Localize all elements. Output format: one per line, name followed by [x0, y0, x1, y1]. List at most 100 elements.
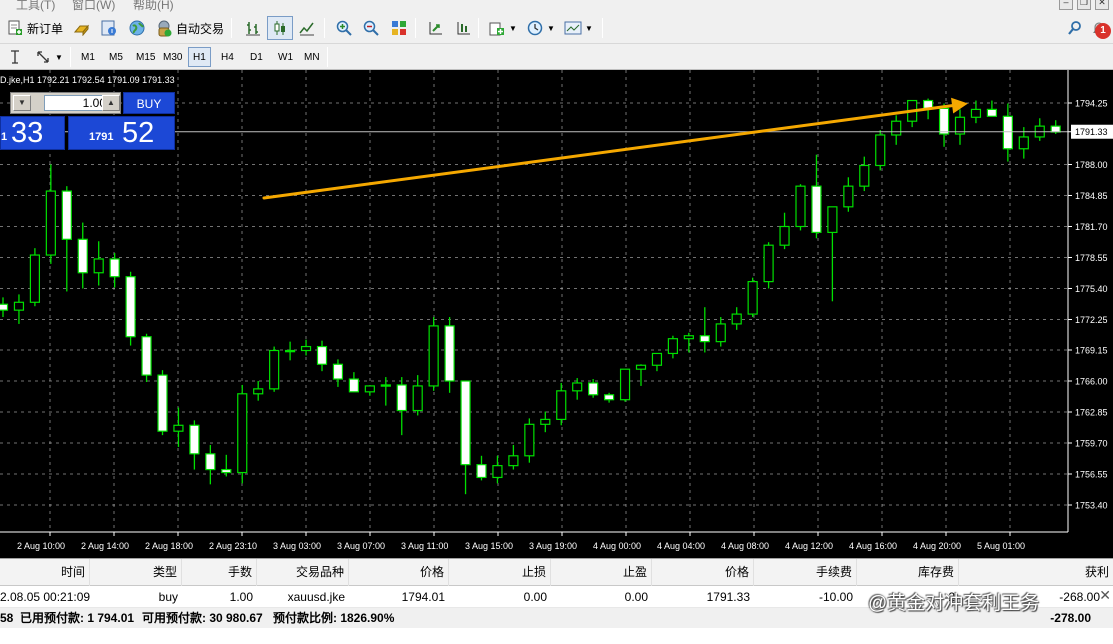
bull-candle: [380, 384, 391, 387]
bull-candle: [891, 120, 902, 136]
bull-candle: [29, 254, 40, 303]
total-profit: -278.00: [1050, 611, 1091, 625]
indicators-button[interactable]: ▼: [484, 16, 521, 40]
x-tick-label: 2 Aug 18:00: [145, 541, 193, 551]
one-click-trading-panel: ▼ ▲ BUY 1 33 1791 52: [0, 92, 175, 150]
tf-m1[interactable]: M1: [76, 47, 100, 67]
terminal-panel: 时间 类型 手数 交易品种 价格 止损 止盈 价格 手续费 库存费 获利 2.0…: [0, 558, 1113, 644]
candlestick-icon: [271, 19, 289, 37]
col-current-price[interactable]: 价格: [652, 559, 754, 586]
bear-candle: [109, 258, 120, 278]
sell-price-button[interactable]: 1 33: [0, 116, 65, 150]
menu-window[interactable]: 窗口(W): [72, 0, 115, 12]
price-chart[interactable]: 1794.25 1791.33 1788.00 1784.85 1781.70 1778.…: [0, 70, 1113, 558]
cell-type: buy: [158, 590, 178, 604]
notifications-button[interactable]: 1: [1086, 16, 1112, 40]
gold-bars-icon: [74, 19, 92, 37]
close-row-icon[interactable]: ✕: [1099, 587, 1111, 604]
template-icon: [564, 19, 582, 37]
free-margin: 可用预付款: 30 980.67: [142, 611, 263, 625]
zoom-in-button[interactable]: [331, 16, 357, 40]
tf-m30[interactable]: M30: [158, 47, 187, 67]
buy-button[interactable]: BUY: [123, 92, 175, 114]
col-lots[interactable]: 手数: [182, 559, 257, 586]
y-tick-label: 1788.00: [1075, 160, 1108, 170]
restore-icon[interactable]: ❐: [1077, 0, 1091, 10]
toolbar-separator: [324, 18, 325, 38]
col-price[interactable]: 价格: [349, 559, 449, 586]
col-type[interactable]: 类型: [90, 559, 182, 586]
y-tick-label: 1759.70: [1075, 439, 1108, 449]
col-commission[interactable]: 手续费: [754, 559, 857, 586]
options-button[interactable]: [96, 16, 122, 40]
tile-windows-button[interactable]: [386, 16, 412, 40]
x-tick-label: 5 Aug 01:00: [977, 541, 1025, 551]
new-order-button[interactable]: 新订单: [2, 16, 67, 40]
tf-w1[interactable]: W1: [273, 47, 298, 67]
lot-decrease-icon[interactable]: ▼: [13, 95, 31, 111]
bear-candle: [1002, 115, 1013, 150]
bar-chart-button[interactable]: [240, 16, 266, 40]
bull-candle: [428, 325, 439, 387]
bull-candle: [300, 345, 312, 352]
tf-h1[interactable]: H1: [188, 47, 211, 67]
tf-h4[interactable]: H4: [216, 47, 239, 67]
search-icon: [1066, 19, 1084, 37]
cell-sl: 0.00: [523, 590, 547, 604]
bar-chart-icon: [244, 19, 262, 37]
menu-help[interactable]: 帮助(H): [133, 0, 174, 12]
y-tick-label: 1794.25: [1075, 99, 1108, 109]
x-tick-label: 4 Aug 20:00: [913, 541, 961, 551]
x-tick-label: 4 Aug 04:00: [657, 541, 705, 551]
search-button[interactable]: [1062, 16, 1088, 40]
chevron-down-icon: ▼: [585, 23, 593, 33]
cell-tp: 0.00: [624, 590, 648, 604]
bull-candle: [13, 301, 25, 311]
col-profit[interactable]: 获利: [959, 559, 1113, 586]
col-time[interactable]: 时间: [0, 559, 90, 586]
tf-d1[interactable]: D1: [245, 47, 268, 67]
bull-candle: [556, 390, 567, 420]
lot-increase-icon[interactable]: ▲: [102, 95, 120, 111]
lot-size-input[interactable]: [44, 95, 110, 111]
y-tick-label: 1781.70: [1075, 222, 1108, 232]
bull-candle: [651, 352, 663, 366]
cell-symbol: xauusd.jke: [287, 590, 345, 604]
chart-shift-icon: [454, 19, 472, 37]
bear-candle: [348, 378, 359, 393]
bear-candle: [699, 335, 710, 343]
bear-candle: [332, 363, 344, 380]
bull-candle: [173, 424, 184, 432]
tf-mn[interactable]: MN: [299, 47, 325, 67]
x-tick-label: 4 Aug 00:00: [593, 541, 641, 551]
col-tp[interactable]: 止盈: [551, 559, 652, 586]
tf-m15[interactable]: M15: [131, 47, 160, 67]
menu-tools[interactable]: 工具(T): [16, 0, 55, 12]
bull-candle: [45, 190, 56, 256]
line-chart-button[interactable]: [294, 16, 320, 40]
periods-button[interactable]: ▼: [522, 16, 559, 40]
bull-candle: [763, 244, 774, 283]
templates-button[interactable]: ▼: [560, 16, 597, 40]
minimize-icon[interactable]: –: [1059, 0, 1073, 10]
chart-shift-button[interactable]: [450, 16, 476, 40]
col-swap[interactable]: 库存费: [857, 559, 959, 586]
history-center-button[interactable]: [70, 16, 96, 40]
buy-price-button[interactable]: 1791 52: [68, 116, 175, 150]
auto-scroll-button[interactable]: [422, 16, 448, 40]
objects-button[interactable]: ▼: [30, 45, 67, 69]
x-tick-label: 2 Aug 23:10: [209, 541, 257, 551]
bull-candle: [747, 281, 758, 315]
tf-m5[interactable]: M5: [104, 47, 128, 67]
bull-candle: [619, 368, 631, 401]
market-watch-button[interactable]: [124, 16, 150, 40]
candlestick-chart-button[interactable]: [267, 16, 293, 40]
auto-trading-button[interactable]: 自动交易: [151, 16, 228, 40]
crosshair-button[interactable]: [2, 45, 28, 69]
close-window-icon[interactable]: ✕: [1095, 0, 1109, 10]
zoom-out-button[interactable]: [358, 16, 384, 40]
col-sl[interactable]: 止损: [449, 559, 551, 586]
bear-candle: [316, 345, 328, 365]
col-symbol[interactable]: 交易品种: [257, 559, 349, 586]
cell-commission: -10.00: [818, 590, 853, 604]
